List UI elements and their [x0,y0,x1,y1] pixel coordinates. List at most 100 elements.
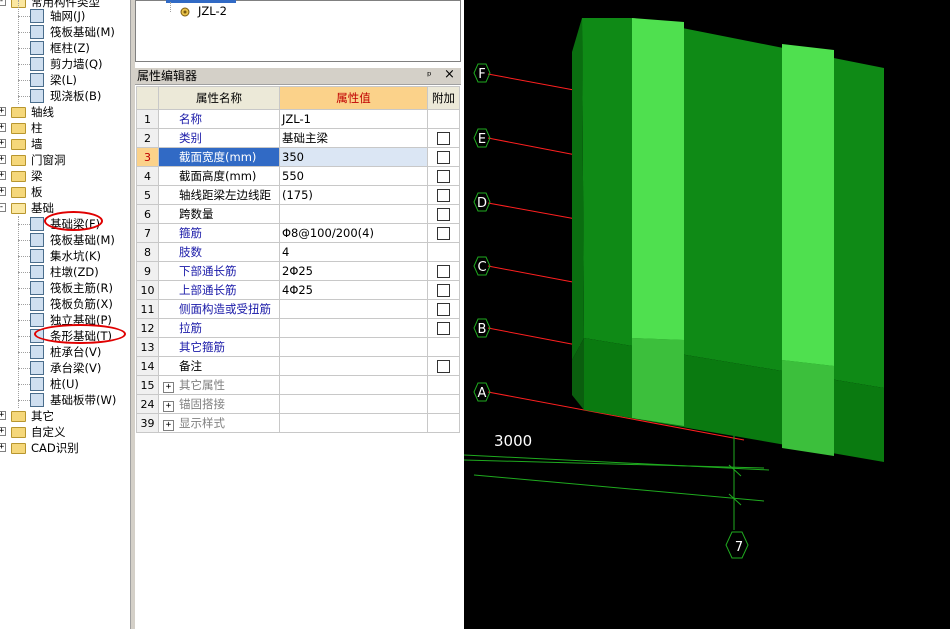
tree-item-24[interactable]: 桩(U) [0,376,130,392]
property-value[interactable] [279,318,428,338]
property-value[interactable] [279,375,428,395]
property-value[interactable]: (175) [279,185,428,205]
tree-item-25[interactable]: 基础板带(W) [0,392,130,408]
component-list-panel[interactable]: JZL-2 [135,0,461,62]
extra-checkbox[interactable] [437,189,450,202]
tree-item-1[interactable]: 轴网(J) [0,8,130,24]
row-number: 3 [136,147,159,167]
property-name: 备注 [158,356,280,376]
property-value[interactable] [279,337,428,357]
property-row[interactable]: 1 名称 JZL-1 [136,109,460,129]
tree-folder-26[interactable]: + 其它 [0,408,130,424]
3d-viewport[interactable]: F E D C B A 3000 7 [463,0,950,629]
collapse-icon[interactable]: - [0,203,6,212]
property-value[interactable]: 350 [279,147,428,167]
property-row[interactable]: 7 箍筋 Φ8@100/200(4) [136,223,460,243]
tree-folder-10[interactable]: + 门窗洞 [0,152,130,168]
property-row[interactable]: 13 其它箍筋 [136,337,460,357]
property-row[interactable]: 11 侧面构造或受扭筋 [136,299,460,319]
close-icon[interactable]: × [444,67,455,83]
tree-folder-27[interactable]: + 自定义 [0,424,130,440]
collapse-icon[interactable]: - [0,0,6,6]
property-row[interactable]: 15 + 其它属性 [136,375,460,395]
extra-checkbox[interactable] [437,151,450,164]
property-value[interactable]: 4 [279,242,428,262]
tree-item-3[interactable]: 框柱(Z) [0,40,130,56]
expand-icon[interactable]: + [0,187,6,196]
property-value[interactable]: 550 [279,166,428,186]
expand-icon[interactable]: + [163,401,174,412]
property-row[interactable]: 2 类别 基础主梁 [136,128,460,148]
extra-checkbox[interactable] [437,322,450,335]
tree-item-17[interactable]: 柱墩(ZD) [0,264,130,280]
component-type-icon [30,41,44,55]
expand-icon[interactable]: + [0,427,6,436]
property-row[interactable]: 24 + 锚固搭接 [136,394,460,414]
property-name: 拉筋 [158,318,280,338]
tree-item-5[interactable]: 梁(L) [0,72,130,88]
expand-icon[interactable]: + [0,155,6,164]
tree-item-19[interactable]: 筏板负筋(X) [0,296,130,312]
property-row[interactable]: 9 下部通长筋 2Φ25 [136,261,460,281]
tree-item-16[interactable]: 集水坑(K) [0,248,130,264]
tree-folder-7[interactable]: + 轴线 [0,104,130,120]
extra-checkbox[interactable] [437,132,450,145]
tree-folder-11[interactable]: +梁 [0,168,130,184]
extra-checkbox[interactable] [437,265,450,278]
property-row[interactable]: 3 截面宽度(mm) 350 [136,147,460,167]
expand-icon[interactable]: + [163,420,174,431]
extra-checkbox[interactable] [437,208,450,221]
tree-item-label: 桩(U) [50,377,79,391]
extra-checkbox[interactable] [437,170,450,183]
property-value[interactable]: Φ8@100/200(4) [279,223,428,243]
expand-icon[interactable]: + [0,171,6,180]
property-value[interactable] [279,299,428,319]
tree-folder-8[interactable]: +柱 [0,120,130,136]
expand-icon[interactable]: + [0,107,6,116]
pin-icon[interactable]: ᵖ [427,68,432,84]
property-value[interactable]: 4Φ25 [279,280,428,300]
expand-icon[interactable]: + [0,123,6,132]
tree-item-22[interactable]: 桩承台(V) [0,344,130,360]
property-row[interactable]: 14 备注 [136,356,460,376]
property-extra-cell [427,109,460,129]
expand-icon[interactable]: + [163,382,174,393]
expand-icon[interactable]: + [0,411,6,420]
tree-folder-9[interactable]: +墙 [0,136,130,152]
property-value[interactable] [279,204,428,224]
tree-item-4[interactable]: 剪力墙(Q) [0,56,130,72]
property-row[interactable]: 10 上部通长筋 4Φ25 [136,280,460,300]
property-grid[interactable]: 属性名称 属性值 附加 1 名称 JZL-1 2 类别 基础主梁 3 截面宽度(mm) 350 4… [136,86,460,433]
extra-checkbox[interactable] [437,284,450,297]
extra-checkbox[interactable] [437,360,450,373]
property-row[interactable]: 39 + 显示样式 [136,413,460,433]
expand-icon[interactable]: + [0,139,6,148]
extra-checkbox[interactable] [437,303,450,316]
axis-label-b: B [478,322,487,337]
tree-item-15[interactable]: 筏板基础(M) [0,232,130,248]
property-row[interactable]: 8 肢数 4 [136,242,460,262]
tree-folder-12[interactable]: +板 [0,184,130,200]
property-row[interactable]: 4 截面高度(mm) 550 [136,166,460,186]
expand-icon[interactable]: + [0,443,6,452]
property-value[interactable]: 基础主梁 [279,128,428,148]
tree-item-2[interactable]: 筏板基础(M) [0,24,130,40]
tree-item-6[interactable]: 现浇板(B) [0,88,130,104]
property-value[interactable] [279,413,428,433]
extra-checkbox[interactable] [437,227,450,240]
property-value[interactable]: 2Φ25 [279,261,428,281]
tree-item-18[interactable]: 筏板主筋(R) [0,280,130,296]
grid-label-7: 7 [735,540,743,555]
property-row[interactable]: 12 拉筋 [136,318,460,338]
component-item-jzl-2[interactable]: JZL-2 [198,4,227,18]
property-row[interactable]: 6 跨数量 [136,204,460,224]
property-value[interactable] [279,356,428,376]
panel-splitter[interactable] [131,0,135,629]
property-row[interactable]: 5 轴线距梁左边线距 (175) [136,185,460,205]
property-value[interactable] [279,394,428,414]
property-value[interactable]: JZL-1 [279,109,428,129]
property-extra-cell [427,337,460,357]
component-type-tree[interactable]: -常用构件类型轴网(J)筏板基础(M)框柱(Z)剪力墙(Q)梁(L)现浇板(B)… [0,0,131,629]
tree-folder-28[interactable]: + CAD识别 [0,440,130,456]
tree-item-23[interactable]: 承台梁(V) [0,360,130,376]
